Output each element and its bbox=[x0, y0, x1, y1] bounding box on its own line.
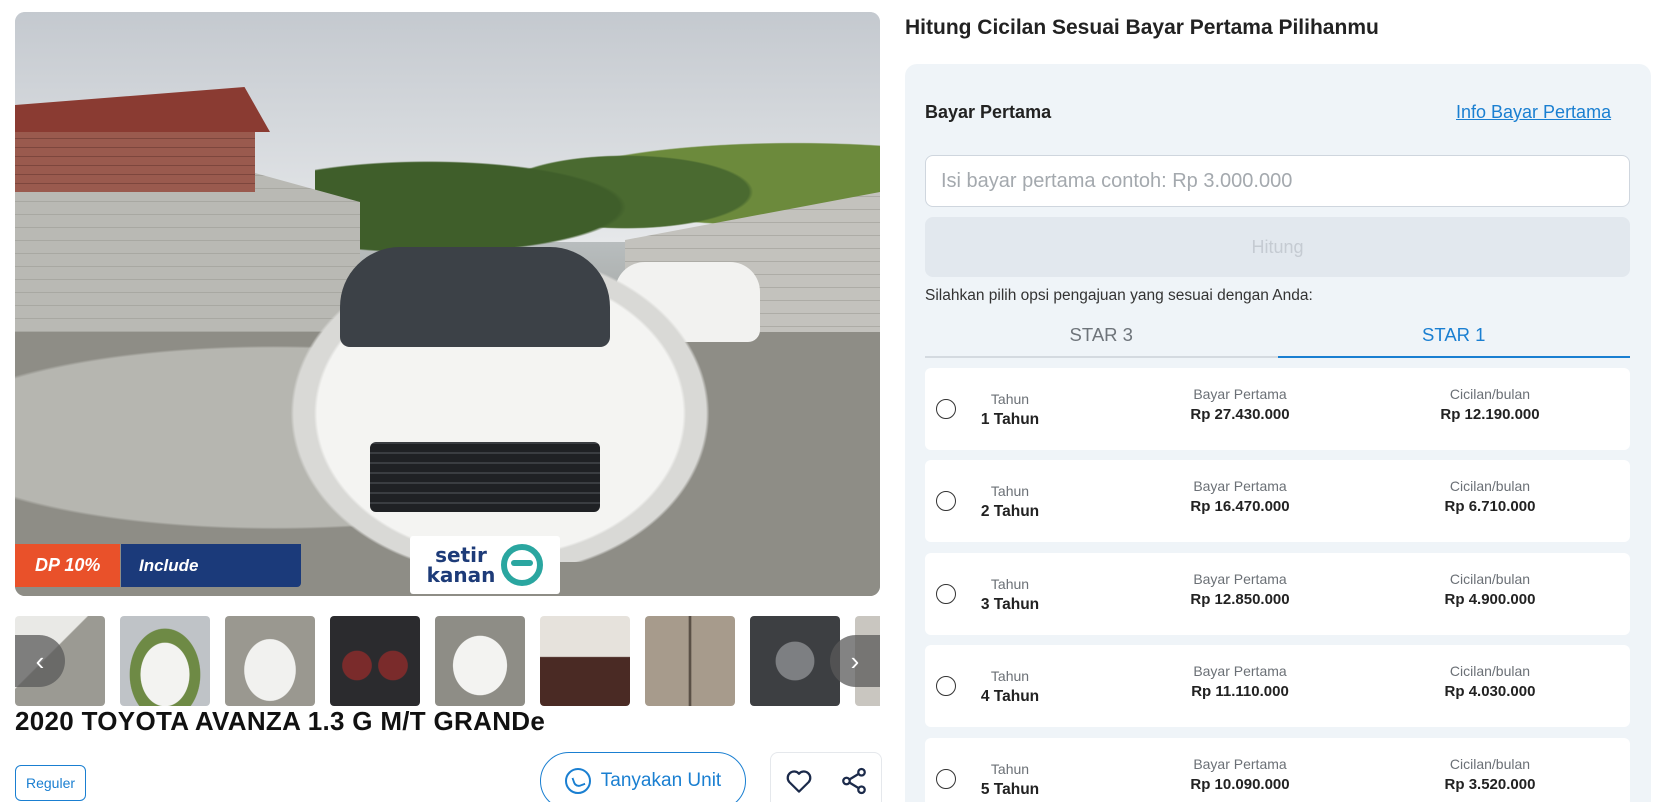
down-payment-value: Rp 12.850.000 bbox=[1190, 591, 1290, 608]
insurance-badge: Include Insurance bbox=[121, 544, 301, 587]
plan-radio[interactable] bbox=[936, 676, 956, 696]
calculate-button[interactable]: Hitung bbox=[925, 217, 1630, 277]
tenor-value: 4 Tahun bbox=[980, 688, 1040, 705]
thumbnail-next-button[interactable]: › bbox=[830, 635, 880, 687]
thumbnail[interactable] bbox=[330, 616, 420, 706]
thumbnail[interactable] bbox=[750, 616, 840, 706]
plan-radio[interactable] bbox=[936, 769, 956, 789]
down-payment-col-label: Bayar Pertama bbox=[1193, 663, 1287, 679]
plan-option[interactable]: Tahun 5 Tahun Bayar Pertama Rp 10.090.00… bbox=[925, 738, 1630, 802]
plan-installment: Cicilan/bulan Rp 6.710.000 bbox=[1395, 477, 1585, 519]
photo-grille bbox=[370, 442, 600, 512]
tenor-value: 3 Tahun bbox=[980, 596, 1040, 613]
plan-tenor: Tahun 1 Tahun bbox=[970, 390, 1050, 432]
listing-title: 2020 TOYOTA AVANZA 1.3 G M/T GRANDe bbox=[15, 706, 546, 736]
plan-tenor: Tahun 2 Tahun bbox=[970, 482, 1050, 524]
plan-tenor: Tahun 4 Tahun bbox=[970, 667, 1050, 709]
calculator-heading: Hitung Cicilan Sesuai Bayar Pertama Pili… bbox=[905, 16, 1379, 39]
thumbnail[interactable] bbox=[435, 616, 525, 706]
heart-icon[interactable] bbox=[784, 766, 814, 796]
plan-installment: Cicilan/bulan Rp 3.520.000 bbox=[1395, 755, 1585, 797]
photo-windshield bbox=[340, 247, 610, 347]
down-payment-value: Rp 27.430.000 bbox=[1190, 406, 1290, 423]
tenor-label: Tahun bbox=[990, 668, 1030, 684]
tenor-value: 2 Tahun bbox=[980, 503, 1040, 520]
chevron-right-icon: › bbox=[850, 645, 860, 676]
plan-tenor: Tahun 5 Tahun bbox=[970, 760, 1050, 802]
plan-down-payment: Bayar Pertama Rp 11.110.000 bbox=[1145, 662, 1335, 704]
plan-radio[interactable] bbox=[936, 399, 956, 419]
tenor-label: Tahun bbox=[990, 576, 1030, 592]
down-payment-col-label: Bayar Pertama bbox=[1193, 386, 1287, 402]
thumbnail[interactable] bbox=[225, 616, 315, 706]
watermark-text: setir kanan bbox=[427, 545, 496, 585]
whatsapp-icon bbox=[564, 768, 591, 794]
installment-value: Rp 12.190.000 bbox=[1440, 406, 1540, 423]
watermark-line: setir bbox=[435, 543, 487, 567]
listing-actions bbox=[770, 752, 882, 802]
share-icon[interactable] bbox=[839, 766, 869, 796]
plan-option[interactable]: Tahun 4 Tahun Bayar Pertama Rp 11.110.00… bbox=[925, 645, 1630, 727]
down-payment-label: Bayar Pertama bbox=[925, 102, 1052, 122]
photo-brick-building bbox=[15, 122, 255, 192]
down-payment-value: Rp 10.090.000 bbox=[1190, 776, 1290, 793]
installment-value: Rp 3.520.000 bbox=[1444, 776, 1536, 793]
tenor-label: Tahun bbox=[990, 761, 1030, 777]
plan-radio[interactable] bbox=[936, 584, 956, 604]
installment-col-label: Cicilan/bulan bbox=[1449, 478, 1531, 494]
tenor-value: 1 Tahun bbox=[980, 411, 1040, 428]
down-payment-info-link[interactable]: Info Bayar Pertama bbox=[1456, 102, 1611, 123]
installment-value: Rp 4.900.000 bbox=[1444, 591, 1536, 608]
thumbnail[interactable] bbox=[120, 616, 210, 706]
steering-wheel-logo-icon bbox=[501, 544, 544, 586]
plan-down-payment: Bayar Pertama Rp 10.090.000 bbox=[1145, 755, 1335, 797]
main-car-photo[interactable]: DP 10% Include Insurance setir kanan bbox=[15, 12, 880, 596]
listing-type-tag: Reguler bbox=[15, 765, 87, 801]
down-payment-col-label: Bayar Pertama bbox=[1193, 571, 1287, 587]
option-hint: Silahkan pilih opsi pengajuan yang sesua… bbox=[925, 287, 1313, 304]
watermark-line: kanan bbox=[426, 563, 496, 587]
plan-option[interactable]: Tahun 3 Tahun Bayar Pertama Rp 12.850.00… bbox=[925, 553, 1630, 635]
down-payment-col-label: Bayar Pertama bbox=[1193, 756, 1287, 772]
tab-star-1[interactable]: STAR 1 bbox=[1277, 318, 1630, 358]
ask-unit-label: Tanyakan Unit bbox=[600, 770, 722, 791]
tenor-label: Tahun bbox=[990, 391, 1030, 407]
installment-col-label: Cicilan/bulan bbox=[1449, 663, 1531, 679]
dp-badge: DP 10% bbox=[15, 544, 121, 587]
plan-installment: Cicilan/bulan Rp 12.190.000 bbox=[1395, 385, 1585, 427]
chevron-left-icon: ‹ bbox=[35, 645, 45, 676]
plan-tabs: STAR 3 STAR 1 bbox=[925, 318, 1630, 358]
thumbnail[interactable] bbox=[645, 616, 735, 706]
plan-down-payment: Bayar Pertama Rp 16.470.000 bbox=[1145, 477, 1335, 519]
down-payment-input[interactable] bbox=[925, 155, 1630, 207]
down-payment-value: Rp 16.470.000 bbox=[1190, 498, 1290, 515]
plan-down-payment: Bayar Pertama Rp 12.850.000 bbox=[1145, 570, 1335, 612]
plan-installment: Cicilan/bulan Rp 4.900.000 bbox=[1395, 570, 1585, 612]
installment-col-label: Cicilan/bulan bbox=[1449, 756, 1531, 772]
down-payment-col-label: Bayar Pertama bbox=[1193, 478, 1287, 494]
plan-tenor: Tahun 3 Tahun bbox=[970, 575, 1050, 617]
installment-col-label: Cicilan/bulan bbox=[1449, 571, 1531, 587]
tab-star-3[interactable]: STAR 3 bbox=[925, 318, 1278, 356]
plan-installment: Cicilan/bulan Rp 4.030.000 bbox=[1395, 662, 1585, 704]
thumbnail[interactable] bbox=[540, 616, 630, 706]
plan-radio[interactable] bbox=[936, 491, 956, 511]
down-payment-value: Rp 11.110.000 bbox=[1191, 683, 1289, 700]
tenor-value: 5 Tahun bbox=[980, 781, 1040, 798]
installment-col-label: Cicilan/bulan bbox=[1449, 386, 1531, 402]
ask-unit-button[interactable]: Tanyakan Unit bbox=[540, 752, 746, 802]
tenor-label: Tahun bbox=[990, 483, 1030, 499]
installment-value: Rp 4.030.000 bbox=[1444, 683, 1536, 700]
thumbnail-strip: ‹ › bbox=[15, 616, 880, 706]
thumbnail-prev-button[interactable]: ‹ bbox=[15, 635, 65, 687]
installment-value: Rp 6.710.000 bbox=[1444, 498, 1536, 515]
plan-option[interactable]: Tahun 2 Tahun Bayar Pertama Rp 16.470.00… bbox=[925, 460, 1630, 542]
plan-down-payment: Bayar Pertama Rp 27.430.000 bbox=[1145, 385, 1335, 427]
plan-option[interactable]: Tahun 1 Tahun Bayar Pertama Rp 27.430.00… bbox=[925, 368, 1630, 450]
setir-kanan-watermark: setir kanan bbox=[410, 536, 560, 594]
